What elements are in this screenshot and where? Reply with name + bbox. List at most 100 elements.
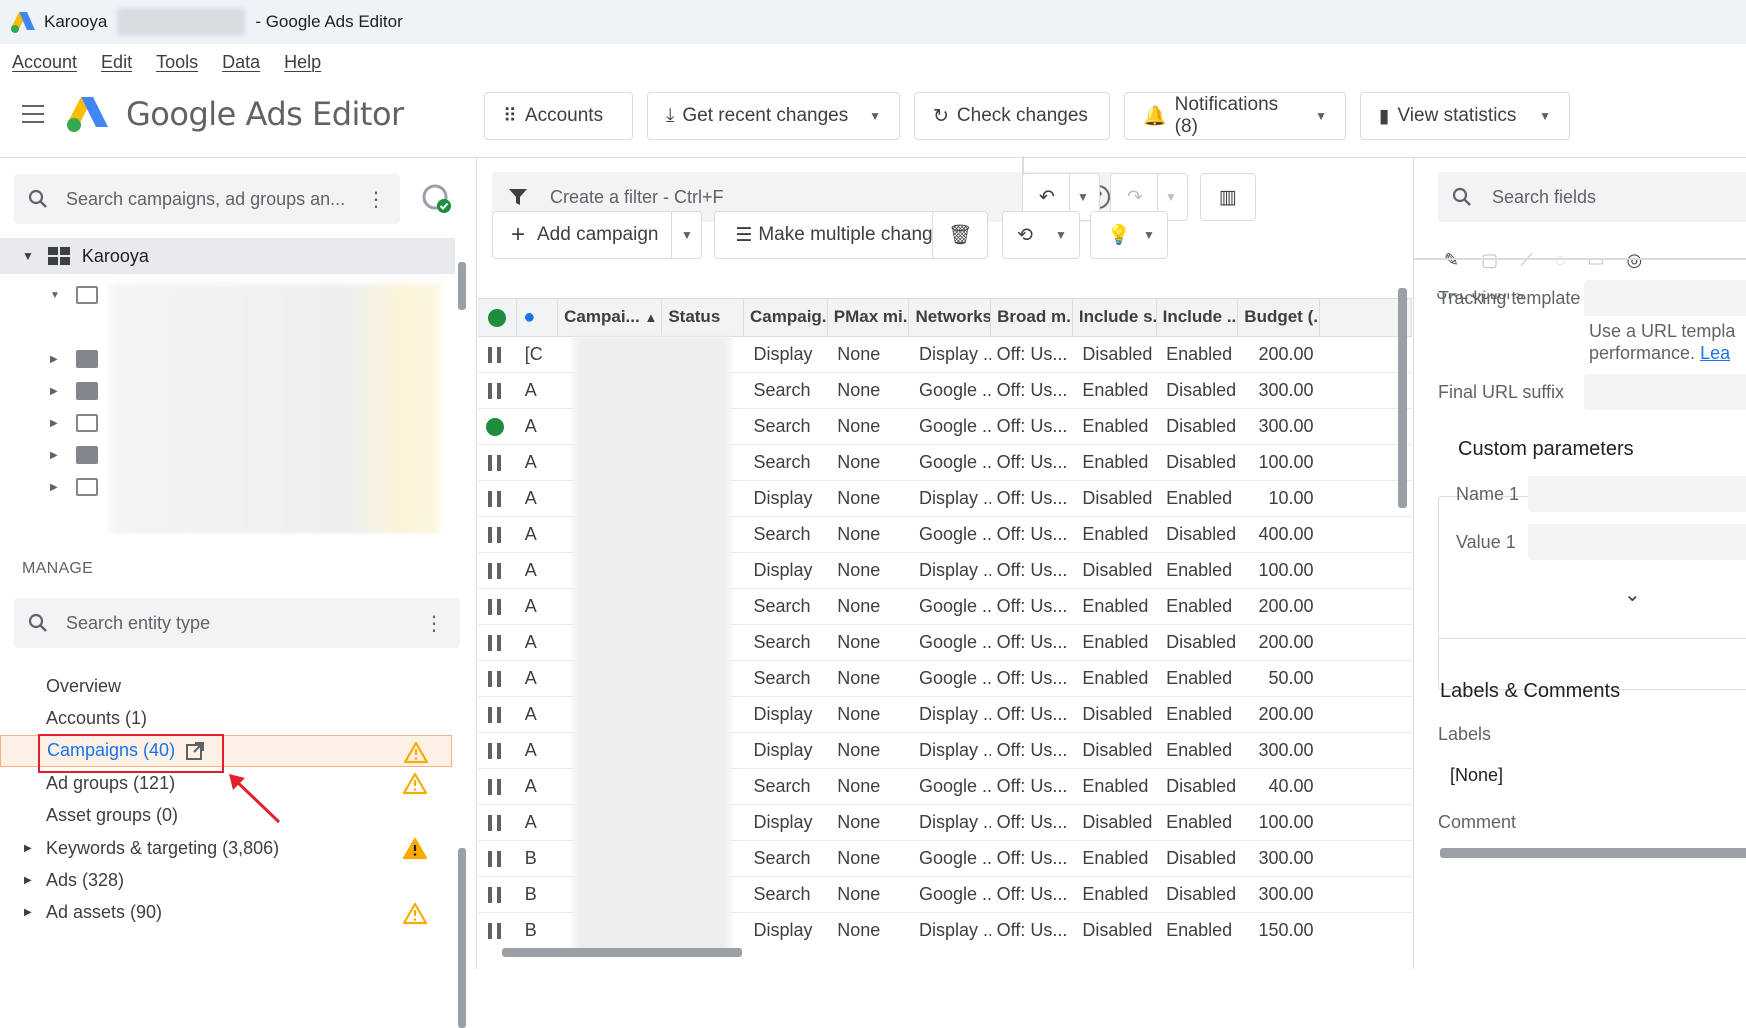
networks-cell[interactable]: Google ... <box>908 444 991 481</box>
manage-item[interactable]: Accounts (1) <box>0 702 452 734</box>
campaign-name-cell[interactable]: A <box>516 624 558 661</box>
menu-data[interactable]: Data <box>222 52 260 73</box>
networks-cell[interactable]: Google ... <box>908 588 991 625</box>
paused-status-icon[interactable] <box>488 382 501 399</box>
broad-match-cell[interactable]: Off: Us... <box>990 660 1073 697</box>
include-search-cell[interactable]: Disabled <box>1072 336 1157 373</box>
replace-button[interactable]: ⟲ ▼ <box>1002 211 1080 259</box>
broad-match-cell[interactable]: Off: Us... <box>990 588 1073 625</box>
include-cell[interactable]: Enabled <box>1156 336 1238 373</box>
budget-cell[interactable]: 150.00 <box>1237 912 1320 948</box>
get-recent-changes-button[interactable]: ⤓ Get recent changes ▼ <box>647 92 900 140</box>
campaign-type-cell[interactable]: Search <box>743 444 828 481</box>
budget-cell[interactable]: 200.00 <box>1237 588 1320 625</box>
pmax-cell[interactable]: None <box>827 840 909 877</box>
tree-node[interactable]: ▶ <box>50 408 98 438</box>
include-cell[interactable]: Enabled <box>1156 660 1238 697</box>
section-icon[interactable]: ⟋ <box>1520 250 1533 271</box>
paused-status-icon[interactable] <box>488 706 501 723</box>
expand-right-icon[interactable]: ▶ <box>50 482 60 493</box>
include-cell[interactable]: Disabled <box>1156 840 1238 877</box>
campaign-type-cell[interactable]: Display <box>743 732 828 769</box>
include-cell[interactable]: Disabled <box>1156 624 1238 661</box>
expand-right-icon[interactable]: ▶ <box>50 418 60 429</box>
column-header[interactable]: Include s... <box>1072 299 1157 337</box>
warning-icon[interactable] <box>403 741 429 764</box>
campaign-name-cell[interactable]: A <box>516 372 558 409</box>
broad-match-cell[interactable]: Off: Us... <box>990 444 1073 481</box>
notifications-button[interactable]: 🔔 Notifications (8) ▼ <box>1124 92 1346 140</box>
manage-item[interactable]: ▶ Keywords & targeting (3,806) <box>0 832 452 864</box>
networks-cell[interactable]: Google ... <box>908 876 991 913</box>
campaign-name-cell[interactable]: B <box>516 876 558 913</box>
campaign-name-cell[interactable]: [C <box>516 336 558 373</box>
campaign-name-cell[interactable]: A <box>516 732 558 769</box>
networks-cell[interactable]: Display ... <box>908 696 991 733</box>
tree-node[interactable]: ▶ <box>50 344 98 374</box>
campaign-type-cell[interactable]: Display <box>743 912 828 948</box>
networks-cell[interactable]: Google ... <box>908 372 991 409</box>
campaign-type-cell[interactable]: Search <box>743 408 828 445</box>
networks-cell[interactable]: Display ... <box>908 912 991 948</box>
pmax-cell[interactable]: None <box>827 336 909 373</box>
include-cell[interactable]: Disabled <box>1156 768 1238 805</box>
expand-down-icon[interactable]: ▼ <box>50 290 60 301</box>
include-cell[interactable]: Disabled <box>1156 516 1238 553</box>
target-icon[interactable]: ◎ <box>1626 250 1642 271</box>
delete-button[interactable]: 🗑 <box>932 211 988 259</box>
tree-node[interactable]: ▶ <box>50 472 98 502</box>
include-search-cell[interactable]: Enabled <box>1072 840 1157 877</box>
tree-node[interactable]: ▼ <box>50 280 98 310</box>
paused-status-icon[interactable] <box>488 562 501 579</box>
campaign-search-input[interactable]: Search campaigns, ad groups an... ⋮ <box>14 174 400 224</box>
column-settings-button[interactable]: ▥ <box>1200 173 1256 221</box>
broad-match-cell[interactable]: Off: Us... <box>990 336 1073 373</box>
pmax-cell[interactable]: None <box>827 444 909 481</box>
expand-right-icon[interactable]: ▶ <box>24 843 32 854</box>
broad-match-cell[interactable]: Off: Us... <box>990 804 1073 841</box>
budget-cell[interactable]: 300.00 <box>1237 408 1320 445</box>
expand-right-icon[interactable]: ▶ <box>24 907 32 918</box>
campaign-name-cell[interactable]: A <box>516 552 558 589</box>
expand-right-icon[interactable]: ▶ <box>50 386 60 397</box>
tracking-template-input[interactable] <box>1584 280 1746 316</box>
paused-status-icon[interactable] <box>488 778 501 795</box>
manage-item[interactable]: Overview <box>0 670 452 702</box>
menu-tools[interactable]: Tools <box>156 52 198 73</box>
pmax-cell[interactable]: None <box>827 732 909 769</box>
include-search-cell[interactable]: Enabled <box>1072 588 1157 625</box>
include-cell[interactable]: Disabled <box>1156 444 1238 481</box>
pmax-cell[interactable]: None <box>827 804 909 841</box>
budget-cell[interactable]: 100.00 <box>1237 444 1320 481</box>
networks-cell[interactable]: Google ... <box>908 768 991 805</box>
campaign-name-cell[interactable]: A <box>516 588 558 625</box>
panel-horizontal-scrollbar[interactable] <box>1440 848 1746 858</box>
value-1-input[interactable] <box>1528 524 1746 560</box>
networks-cell[interactable]: Google ... <box>908 840 991 877</box>
menu-edit[interactable]: Edit <box>101 52 132 73</box>
campaign-name-cell[interactable]: A <box>516 660 558 697</box>
include-search-cell[interactable]: Enabled <box>1072 768 1157 805</box>
pmax-cell[interactable]: None <box>827 516 909 553</box>
view-statistics-button[interactable]: ▮ View statistics ▼ <box>1360 92 1570 140</box>
include-cell[interactable]: Enabled <box>1156 552 1238 589</box>
include-cell[interactable]: Enabled <box>1156 588 1238 625</box>
budget-cell[interactable]: 400.00 <box>1237 516 1320 553</box>
campaign-type-cell[interactable]: Display <box>743 552 828 589</box>
campaign-type-cell[interactable]: Search <box>743 768 828 805</box>
paused-status-icon[interactable] <box>488 526 501 543</box>
column-header[interactable]: Status <box>661 299 745 337</box>
warning-icon[interactable] <box>402 837 428 860</box>
expand-chevron-icon[interactable]: ⌄ <box>1624 582 1641 607</box>
campaign-type-cell[interactable]: Search <box>743 516 828 553</box>
broad-match-cell[interactable]: Off: Us... <box>990 372 1073 409</box>
column-header[interactable]: Campai... ▲ <box>557 299 663 337</box>
paused-status-icon[interactable] <box>488 850 501 867</box>
pmax-cell[interactable]: None <box>827 912 909 948</box>
campaign-type-cell[interactable]: Display <box>743 696 828 733</box>
networks-cell[interactable]: Display ... <box>908 336 991 373</box>
check-changes-button[interactable]: ↻ Check changes <box>914 92 1110 140</box>
campaign-name-cell[interactable]: A <box>516 804 558 841</box>
broad-match-cell[interactable]: Off: Us... <box>990 516 1073 553</box>
search-fields-input[interactable]: Search fields <box>1438 172 1746 222</box>
